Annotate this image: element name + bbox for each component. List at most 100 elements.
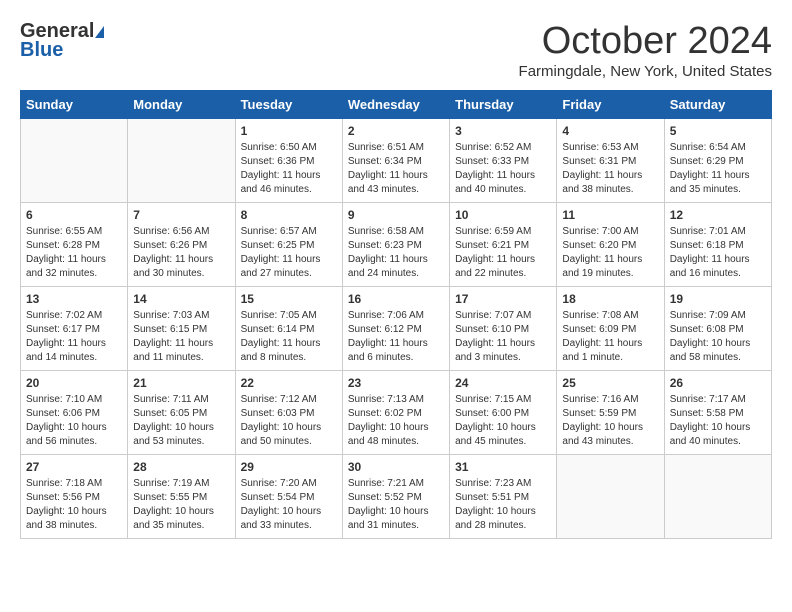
calendar-day-cell: 2 Sunrise: 6:51 AM Sunset: 6:34 PM Daylig… xyxy=(342,119,449,203)
day-info: Sunrise: 7:10 AM Sunset: 6:06 PM Dayligh… xyxy=(26,393,122,449)
day-info: Sunrise: 7:02 AM Sunset: 6:17 PM Dayligh… xyxy=(26,309,122,365)
weekday-header: Tuesday xyxy=(235,91,342,119)
day-number: 19 xyxy=(670,292,766,306)
calendar-day-cell xyxy=(128,119,235,203)
day-number: 24 xyxy=(455,376,551,390)
day-number: 13 xyxy=(26,292,122,306)
day-number: 2 xyxy=(348,124,444,138)
calendar-day-cell: 13 Sunrise: 7:02 AM Sunset: 6:17 PM Dayli… xyxy=(21,287,128,371)
day-info: Sunrise: 7:20 AM Sunset: 5:54 PM Dayligh… xyxy=(241,477,337,533)
logo: General Blue xyxy=(20,20,104,62)
calendar-week-row: 13 Sunrise: 7:02 AM Sunset: 6:17 PM Dayli… xyxy=(21,287,772,371)
calendar-day-cell: 6 Sunrise: 6:55 AM Sunset: 6:28 PM Daylig… xyxy=(21,203,128,287)
calendar-day-cell: 12 Sunrise: 7:01 AM Sunset: 6:18 PM Dayli… xyxy=(664,203,771,287)
calendar-day-cell: 25 Sunrise: 7:16 AM Sunset: 5:59 PM Dayli… xyxy=(557,371,664,455)
logo-blue: Blue xyxy=(20,39,63,62)
day-number: 1 xyxy=(241,124,337,138)
calendar-day-cell: 14Sunrise: 7:03 AM Sunset: 6:15 PM Dayli… xyxy=(128,287,235,371)
day-info: Sunrise: 6:57 AM Sunset: 6:25 PM Dayligh… xyxy=(241,225,337,281)
calendar-day-cell: 26 Sunrise: 7:17 AM Sunset: 5:58 PM Dayli… xyxy=(664,371,771,455)
day-info: Sunrise: 6:56 AM Sunset: 6:26 PM Dayligh… xyxy=(133,225,229,281)
calendar-day-cell: 18Sunrise: 7:08 AM Sunset: 6:09 PM Dayli… xyxy=(557,287,664,371)
day-number: 25 xyxy=(562,376,658,390)
day-info: Sunrise: 7:16 AM Sunset: 5:59 PM Dayligh… xyxy=(562,393,658,449)
day-info: Sunrise: 7:23 AM Sunset: 5:51 PM Dayligh… xyxy=(455,477,551,533)
day-number: 8 xyxy=(241,208,337,222)
page-header: General Blue October 2024 Farmingdale, N… xyxy=(20,20,772,80)
weekday-header: Thursday xyxy=(450,91,557,119)
weekday-header-row: SundayMondayTuesdayWednesdayThursdayFrid… xyxy=(21,91,772,119)
day-info: Sunrise: 6:59 AM Sunset: 6:21 PM Dayligh… xyxy=(455,225,551,281)
day-info: Sunrise: 7:01 AM Sunset: 6:18 PM Dayligh… xyxy=(670,225,766,281)
weekday-header: Friday xyxy=(557,91,664,119)
calendar-day-cell xyxy=(557,455,664,539)
day-number: 12 xyxy=(670,208,766,222)
calendar-day-cell: 5 Sunrise: 6:54 AM Sunset: 6:29 PM Daylig… xyxy=(664,119,771,203)
day-info: Sunrise: 7:08 AM Sunset: 6:09 PM Dayligh… xyxy=(562,309,658,365)
weekday-header: Monday xyxy=(128,91,235,119)
day-number: 7 xyxy=(133,208,229,222)
day-info: Sunrise: 7:21 AM Sunset: 5:52 PM Dayligh… xyxy=(348,477,444,533)
day-number: 28 xyxy=(133,460,229,474)
calendar-day-cell xyxy=(664,455,771,539)
day-number: 26 xyxy=(670,376,766,390)
logo-triangle-icon xyxy=(95,26,104,38)
calendar-day-cell: 15 Sunrise: 7:05 AM Sunset: 6:14 PM Dayli… xyxy=(235,287,342,371)
calendar-day-cell: 3Sunrise: 6:52 AM Sunset: 6:33 PM Daylig… xyxy=(450,119,557,203)
day-number: 14 xyxy=(133,292,229,306)
day-info: Sunrise: 6:53 AM Sunset: 6:31 PM Dayligh… xyxy=(562,141,658,197)
calendar-day-cell: 20 Sunrise: 7:10 AM Sunset: 6:06 PM Dayli… xyxy=(21,371,128,455)
day-number: 30 xyxy=(348,460,444,474)
calendar-day-cell: 1 Sunrise: 6:50 AM Sunset: 6:36 PM Daylig… xyxy=(235,119,342,203)
day-info: Sunrise: 7:17 AM Sunset: 5:58 PM Dayligh… xyxy=(670,393,766,449)
day-number: 5 xyxy=(670,124,766,138)
calendar-title: October 2024 xyxy=(519,20,772,63)
day-info: Sunrise: 7:18 AM Sunset: 5:56 PM Dayligh… xyxy=(26,477,122,533)
day-info: Sunrise: 6:50 AM Sunset: 6:36 PM Dayligh… xyxy=(241,141,337,197)
day-info: Sunrise: 6:54 AM Sunset: 6:29 PM Dayligh… xyxy=(670,141,766,197)
day-info: Sunrise: 6:55 AM Sunset: 6:28 PM Dayligh… xyxy=(26,225,122,281)
day-number: 16 xyxy=(348,292,444,306)
day-number: 31 xyxy=(455,460,551,474)
calendar-day-cell: 22Sunrise: 7:12 AM Sunset: 6:03 PM Dayli… xyxy=(235,371,342,455)
calendar-day-cell: 4 Sunrise: 6:53 AM Sunset: 6:31 PM Daylig… xyxy=(557,119,664,203)
weekday-header: Wednesday xyxy=(342,91,449,119)
day-number: 6 xyxy=(26,208,122,222)
day-info: Sunrise: 6:58 AM Sunset: 6:23 PM Dayligh… xyxy=(348,225,444,281)
calendar-day-cell: 9Sunrise: 6:58 AM Sunset: 6:23 PM Daylig… xyxy=(342,203,449,287)
day-info: Sunrise: 7:12 AM Sunset: 6:03 PM Dayligh… xyxy=(241,393,337,449)
day-info: Sunrise: 7:13 AM Sunset: 6:02 PM Dayligh… xyxy=(348,393,444,449)
day-number: 29 xyxy=(241,460,337,474)
day-number: 10 xyxy=(455,208,551,222)
day-number: 27 xyxy=(26,460,122,474)
calendar-day-cell: 21 Sunrise: 7:11 AM Sunset: 6:05 PM Dayli… xyxy=(128,371,235,455)
day-number: 17 xyxy=(455,292,551,306)
calendar-day-cell: 17Sunrise: 7:07 AM Sunset: 6:10 PM Dayli… xyxy=(450,287,557,371)
day-info: Sunrise: 7:11 AM Sunset: 6:05 PM Dayligh… xyxy=(133,393,229,449)
day-info: Sunrise: 7:15 AM Sunset: 6:00 PM Dayligh… xyxy=(455,393,551,449)
day-number: 21 xyxy=(133,376,229,390)
weekday-header: Saturday xyxy=(664,91,771,119)
calendar-title-section: October 2024 Farmingdale, New York, Unit… xyxy=(519,20,772,80)
calendar-table: SundayMondayTuesdayWednesdayThursdayFrid… xyxy=(20,90,772,539)
day-number: 4 xyxy=(562,124,658,138)
day-info: Sunrise: 6:51 AM Sunset: 6:34 PM Dayligh… xyxy=(348,141,444,197)
calendar-day-cell: 16Sunrise: 7:06 AM Sunset: 6:12 PM Dayli… xyxy=(342,287,449,371)
calendar-day-cell: 7 Sunrise: 6:56 AM Sunset: 6:26 PM Daylig… xyxy=(128,203,235,287)
day-info: Sunrise: 7:05 AM Sunset: 6:14 PM Dayligh… xyxy=(241,309,337,365)
calendar-week-row: 20 Sunrise: 7:10 AM Sunset: 6:06 PM Dayli… xyxy=(21,371,772,455)
day-info: Sunrise: 7:19 AM Sunset: 5:55 PM Dayligh… xyxy=(133,477,229,533)
calendar-day-cell: 10 Sunrise: 6:59 AM Sunset: 6:21 PM Dayli… xyxy=(450,203,557,287)
calendar-day-cell: 27 Sunrise: 7:18 AM Sunset: 5:56 PM Dayli… xyxy=(21,455,128,539)
weekday-header: Sunday xyxy=(21,91,128,119)
calendar-day-cell: 23Sunrise: 7:13 AM Sunset: 6:02 PM Dayli… xyxy=(342,371,449,455)
calendar-day-cell: 24 Sunrise: 7:15 AM Sunset: 6:00 PM Dayli… xyxy=(450,371,557,455)
day-number: 15 xyxy=(241,292,337,306)
day-number: 3 xyxy=(455,124,551,138)
calendar-day-cell: 30 Sunrise: 7:21 AM Sunset: 5:52 PM Dayli… xyxy=(342,455,449,539)
calendar-day-cell: 19Sunrise: 7:09 AM Sunset: 6:08 PM Dayli… xyxy=(664,287,771,371)
calendar-day-cell: 28 Sunrise: 7:19 AM Sunset: 5:55 PM Dayli… xyxy=(128,455,235,539)
day-number: 11 xyxy=(562,208,658,222)
calendar-week-row: 27 Sunrise: 7:18 AM Sunset: 5:56 PM Dayli… xyxy=(21,455,772,539)
day-number: 20 xyxy=(26,376,122,390)
